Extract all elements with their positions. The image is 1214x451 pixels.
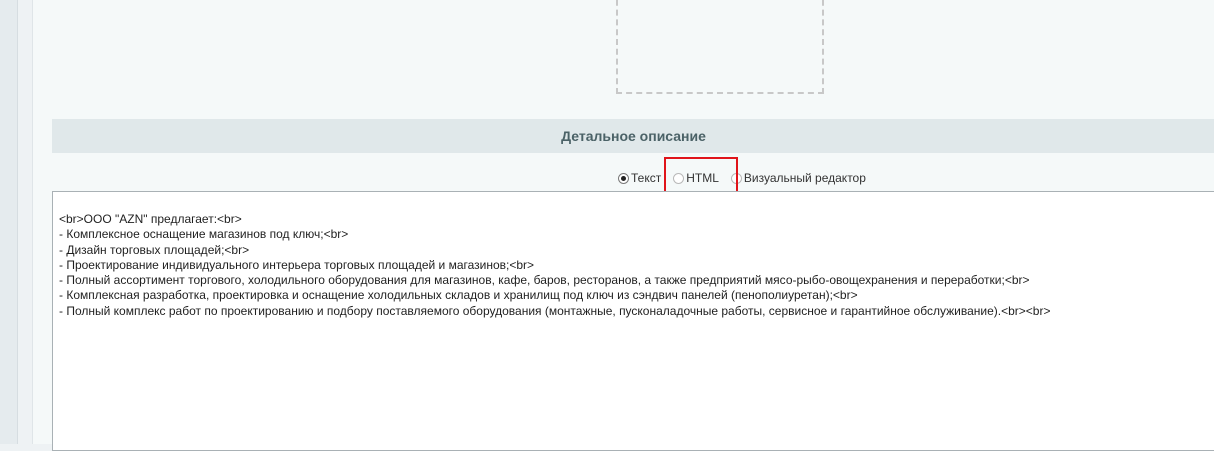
detail-panel: Детальное описание Текст HTML Визуальный… (32, 0, 1214, 451)
mode-option-visual-editor[interactable]: Визуальный редактор (730, 171, 866, 185)
mode-text-label: Текст (631, 171, 662, 185)
mode-option-text[interactable]: Текст (618, 171, 661, 185)
editor-mode-selector: Текст HTML Визуальный редактор (618, 168, 866, 188)
mode-option-html[interactable]: HTML (673, 171, 719, 185)
radio-html[interactable] (673, 172, 685, 184)
section-title: Детальное описание (561, 128, 706, 144)
radio-text[interactable] (618, 172, 629, 184)
image-dropzone[interactable] (616, 0, 824, 94)
description-textarea[interactable]: <br>ООО "AZN" предлагает:<br> - Комплекс… (52, 191, 1214, 451)
mode-html-label: HTML (686, 171, 719, 185)
left-gutter (0, 0, 18, 444)
section-header: Детальное описание (52, 119, 1214, 153)
mode-visual-label: Визуальный редактор (743, 171, 866, 185)
radio-visual-editor[interactable] (730, 172, 742, 184)
